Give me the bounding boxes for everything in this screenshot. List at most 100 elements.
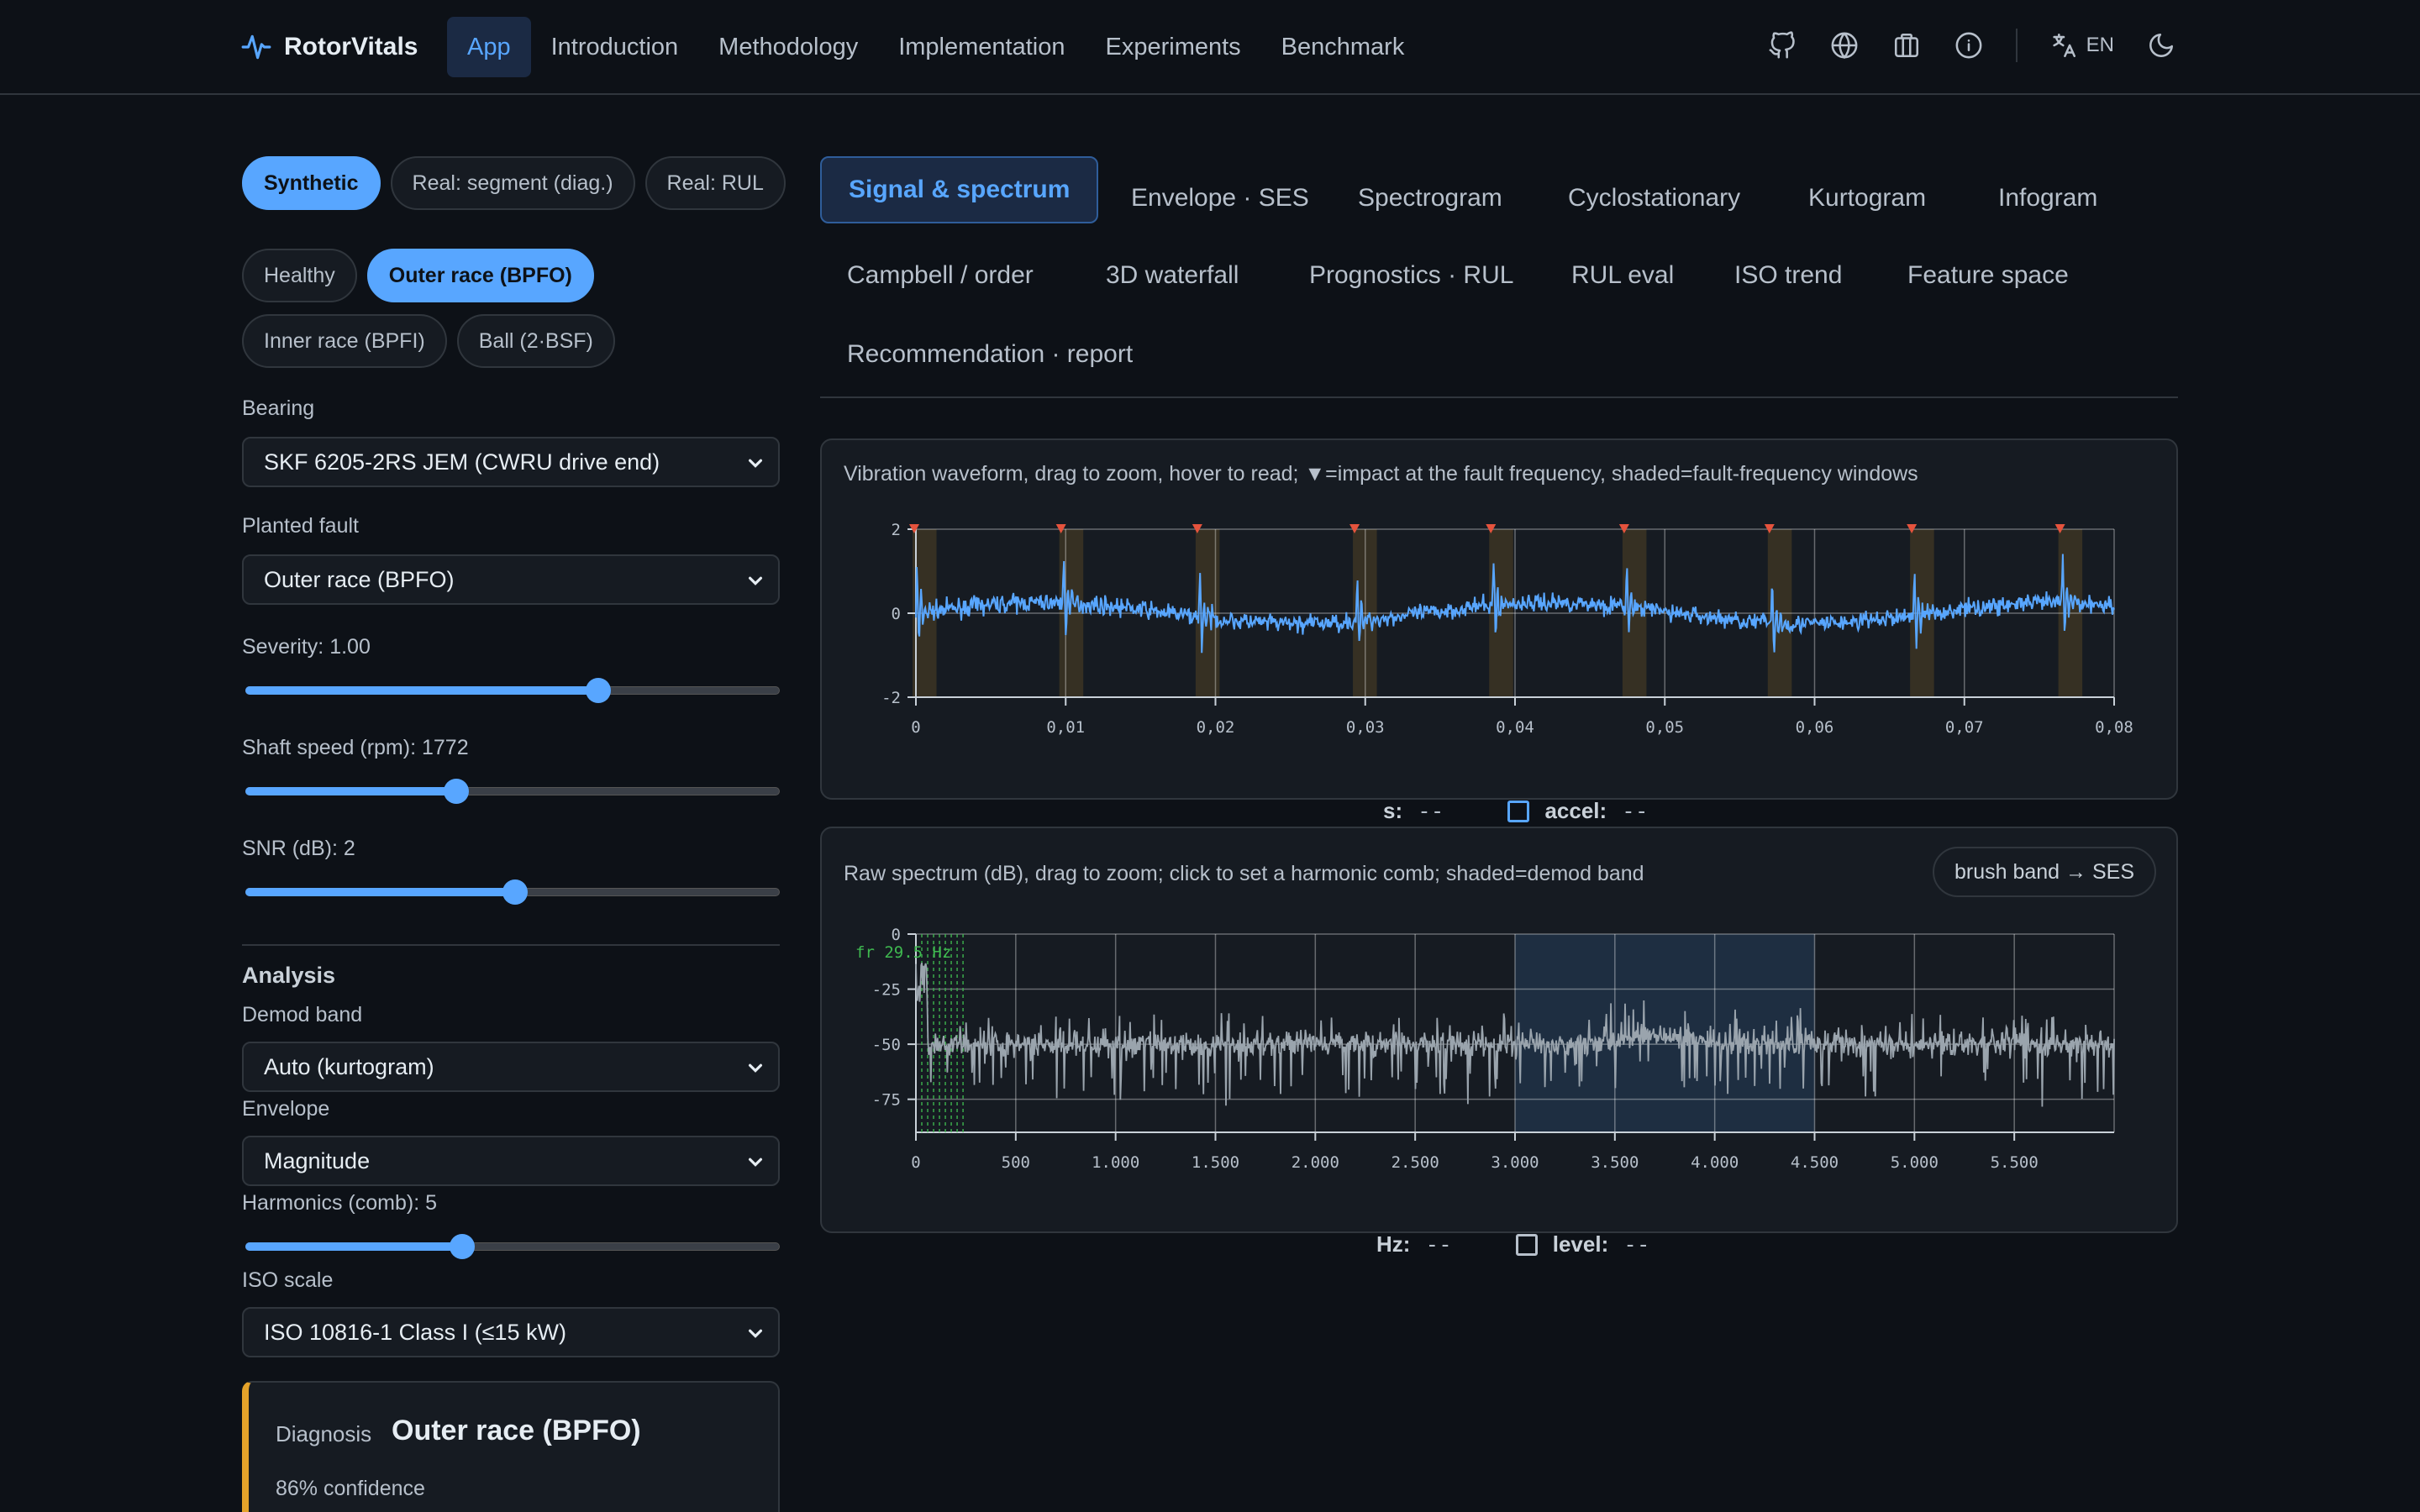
slider-thumb[interactable] — [444, 779, 470, 804]
tab-iso-trend[interactable]: ISO trend — [1707, 242, 1869, 309]
chevron-down-icon — [748, 1329, 763, 1338]
nav-link-methodology[interactable]: Methodology — [698, 17, 878, 77]
level-readout-label: level: — [1552, 1231, 1609, 1257]
tab-signal-spectrum[interactable]: Signal & spectrum — [820, 156, 1099, 223]
x-tick-label: 4.500 — [1791, 1153, 1839, 1172]
shaft-speed-label: Shaft speed (rpm): 1772 — [242, 736, 469, 759]
spectrum-panel: Raw spectrum (dB), drag to zoom; click t… — [820, 827, 2178, 1233]
bearing-select[interactable]: SKF 6205-2RS JEM (CWRU drive end) — [242, 437, 780, 487]
brand[interactable]: RotorVitals — [240, 29, 418, 66]
x-tick-label: 1.000 — [1092, 1153, 1139, 1172]
hz-readout-value: -- — [1425, 1231, 1452, 1257]
tab-feature-space[interactable]: Feature space — [1881, 242, 2096, 309]
analysis-title: Analysis — [242, 963, 336, 988]
tab-campbell-order[interactable]: Campbell / order — [820, 242, 1060, 309]
brand-name: RotorVitals — [284, 33, 418, 60]
waveform-panel: Vibration waveform, drag to zoom, hover … — [820, 438, 2178, 800]
x-tick-label: 5.000 — [1891, 1153, 1939, 1172]
y-tick-label: 2 — [892, 521, 901, 539]
slider-thumb[interactable] — [585, 678, 611, 703]
fault-mode-chip[interactable]: Healthy — [242, 249, 357, 302]
x-tick-label: 0,08 — [2095, 718, 2133, 737]
accel-readout-label: accel: — [1544, 798, 1607, 823]
source-mode-chips: Synthetic Real: segment (diag.) Real: RUL — [242, 156, 813, 210]
planted-fault-select[interactable]: Outer race (BPFO) — [242, 554, 780, 605]
bearing-select-value: SKF 6205-2RS JEM (CWRU drive end) — [264, 449, 660, 475]
planted-fault-value: Outer race (BPFO) — [264, 567, 455, 592]
demod-band-select[interactable]: Auto (kurtogram) — [242, 1042, 780, 1092]
shaft-speed-slider[interactable] — [242, 778, 780, 804]
level-checkbox[interactable] — [1515, 1233, 1538, 1256]
tab-envelope-ses[interactable]: Envelope · SES — [1104, 165, 1336, 232]
tab-spectrogram[interactable]: Spectrogram — [1331, 165, 1529, 232]
fault-mode-chip[interactable]: Outer race (BPFO) — [366, 249, 594, 302]
tab-kurtogram[interactable]: Kurtogram — [1781, 165, 1953, 232]
harmonics-slider[interactable] — [242, 1233, 780, 1259]
level-readout-value: -- — [1623, 1231, 1650, 1257]
spectrum-readout: Hz: -- level: -- — [1376, 1231, 1650, 1257]
time-readout-label: s: — [1383, 798, 1403, 823]
envelope-label: Envelope — [242, 1097, 330, 1121]
y-tick-label: -75 — [872, 1091, 901, 1110]
demod-band-value: Auto (kurtogram) — [264, 1054, 434, 1079]
x-tick-label: 0,05 — [1645, 718, 1684, 737]
x-tick-label: 0,04 — [1496, 718, 1534, 737]
slider-thumb[interactable] — [449, 1234, 475, 1259]
globe-icon[interactable] — [1829, 30, 1860, 60]
tab-infogram[interactable]: Infogram — [1971, 165, 2124, 232]
x-tick-label: 0,01 — [1046, 718, 1085, 737]
nav-link-implementation[interactable]: Implementation — [878, 17, 1085, 77]
x-tick-label: 0,02 — [1197, 718, 1235, 737]
demod-band-label: Demod band — [242, 1003, 363, 1026]
chevron-down-icon — [748, 576, 763, 585]
source-mode-chip[interactable]: Synthetic — [242, 156, 381, 210]
bearing-label: Bearing — [242, 396, 315, 420]
briefcase-icon[interactable] — [1891, 30, 1922, 60]
tab-recommendation-report[interactable]: Recommendation · report — [820, 321, 1160, 388]
nav-link-app[interactable]: App — [447, 17, 531, 77]
nav-link-experiments[interactable]: Experiments — [1086, 17, 1261, 77]
x-tick-label: 3.500 — [1591, 1153, 1639, 1172]
nav-link-introduction[interactable]: Introduction — [531, 17, 699, 77]
nav-link-benchmark[interactable]: Benchmark — [1261, 17, 1425, 77]
envelope-select[interactable]: Magnitude — [242, 1136, 780, 1186]
fault-mode-chip[interactable]: Ball (2·BSF) — [456, 314, 615, 368]
x-tick-label: 2.000 — [1292, 1153, 1339, 1172]
nav-links: App Introduction Methodology Implementation… — [447, 17, 1424, 77]
x-tick-label: 0,03 — [1346, 718, 1385, 737]
info-icon[interactable] — [1954, 30, 1984, 60]
x-tick-label: 4.000 — [1691, 1153, 1739, 1172]
iso-scale-select[interactable]: ISO 10816-1 Class I (≤15 kW) — [242, 1307, 780, 1357]
planted-fault-label: Planted fault — [242, 514, 359, 538]
fr-annotation: fr 29.5 Hz — [855, 943, 951, 962]
tab-3d-waterfall[interactable]: 3D waterfall — [1079, 242, 1265, 309]
snr-slider[interactable] — [242, 879, 780, 905]
sidebar-divider — [242, 944, 780, 946]
slider-fill — [245, 888, 516, 896]
tab-prognostics-rul[interactable]: Prognostics · RUL — [1282, 242, 1540, 309]
waveform-chart[interactable]: 0 0,01 0,02 0,03 0,04 0,05 0,06 0,07 0,08 2 0 -2 — [822, 440, 2176, 798]
nav-separator — [2015, 29, 2018, 62]
source-mode-chip[interactable]: Real: segment (diag.) — [390, 156, 635, 210]
accel-checkbox[interactable] — [1507, 800, 1530, 822]
y-tick-label: -25 — [872, 981, 901, 1000]
y-tick-label: 0 — [892, 926, 901, 944]
y-tick-label: 0 — [892, 605, 901, 623]
moon-icon[interactable] — [2146, 30, 2176, 60]
chevron-down-icon — [748, 1063, 763, 1073]
y-tick-label: -2 — [881, 689, 901, 707]
tab-rul-eval[interactable]: RUL eval — [1544, 242, 1701, 309]
slider-thumb[interactable] — [502, 879, 529, 905]
source-mode-chip[interactable]: Real: RUL — [644, 156, 786, 210]
slider-fill — [245, 787, 457, 795]
spectrum-chart[interactable]: 0 500 1.000 1.500 2.000 2.500 3.000 3.500 4.000 4… — [822, 828, 2176, 1231]
x-tick-label: 3.000 — [1491, 1153, 1539, 1172]
translate-icon — [2053, 33, 2075, 58]
tab-cyclostationary[interactable]: Cyclostationary — [1541, 165, 1767, 232]
github-icon[interactable] — [1767, 30, 1797, 60]
language-switcher[interactable]: EN — [2049, 31, 2114, 60]
x-tick-label: 2.500 — [1392, 1153, 1439, 1172]
severity-slider[interactable] — [242, 677, 780, 703]
fault-mode-chip[interactable]: Inner race (BPFI) — [242, 314, 447, 368]
diagnosis-value: Outer race (BPFO) — [392, 1415, 641, 1446]
